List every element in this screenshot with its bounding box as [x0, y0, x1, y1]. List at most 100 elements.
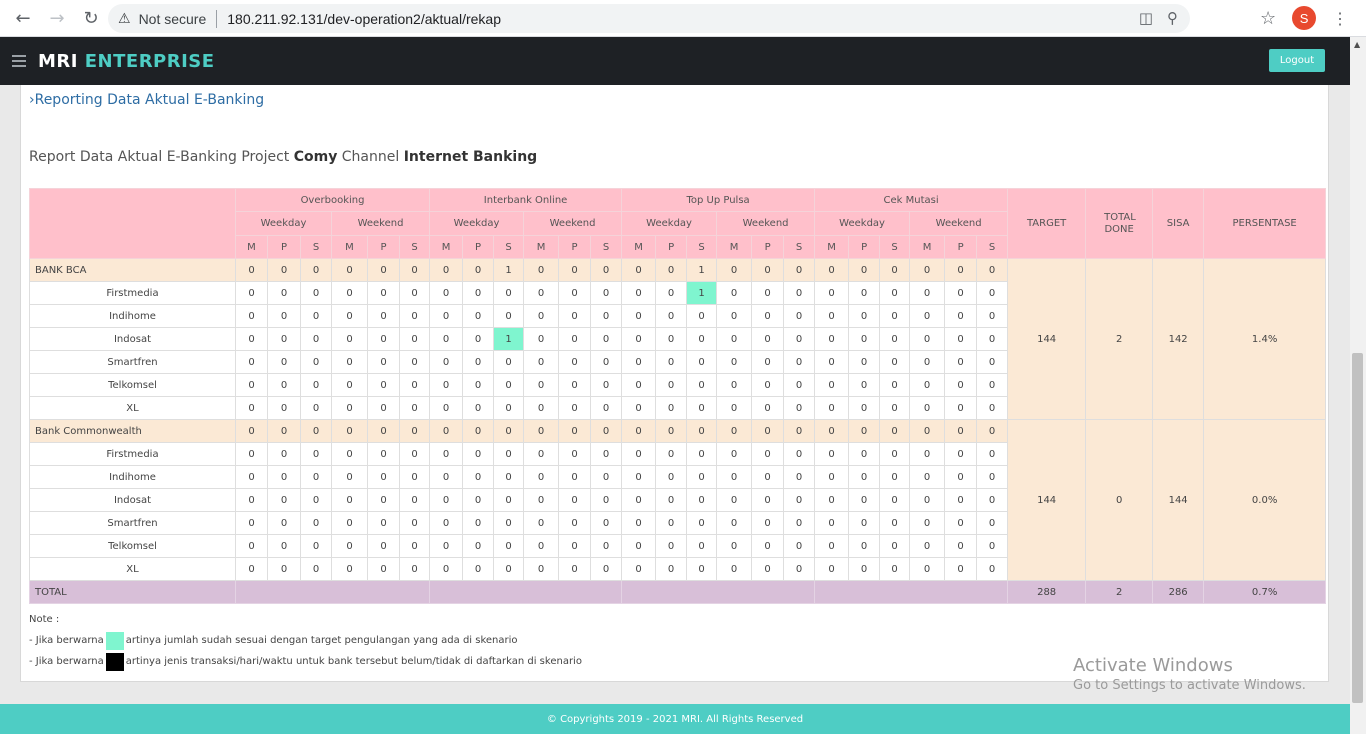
address-bar[interactable]: ⚠ Not secure 180.211.92.131/dev-operatio… [108, 4, 1190, 33]
bank-total-cell: 0 [590, 419, 623, 443]
value-cell: 0 [590, 327, 623, 351]
value-cell: 0 [429, 488, 464, 512]
value-cell: 0 [235, 327, 268, 351]
value-cell: 0 [909, 373, 946, 397]
value-cell: 0 [558, 534, 592, 558]
value-cell: 0 [462, 488, 495, 512]
brand-logo[interactable]: MRI ENTERPRISE [38, 51, 215, 72]
value-cell: 0 [267, 396, 301, 420]
header-col: S [686, 235, 718, 259]
profile-avatar[interactable]: S [1292, 6, 1317, 30]
bank-total-cell: 0 [300, 419, 332, 443]
value-cell: 0 [655, 304, 688, 328]
value-cell: 0 [267, 488, 301, 512]
header-summary: SISA [1152, 188, 1205, 259]
value-cell: 0 [976, 488, 1009, 512]
header-col: P [848, 235, 881, 259]
value-cell: 0 [944, 534, 978, 558]
forward-arrow-icon[interactable]: → [42, 3, 72, 33]
value-cell: 0 [655, 327, 688, 351]
bank-total-cell: 0 [300, 258, 332, 282]
value-cell: 0 [398, 350, 431, 374]
value-cell: 0 [848, 465, 881, 489]
value-cell: 0 [848, 327, 881, 351]
browser-menu-icon[interactable]: ⋮ [1332, 9, 1348, 28]
value-cell: 0 [331, 304, 368, 328]
value-cell: 0 [523, 511, 560, 535]
value-cell: 0 [814, 557, 850, 581]
value-cell: 1 [493, 327, 525, 351]
value-cell: 0 [523, 304, 560, 328]
bank-persen: 0.0% [1203, 419, 1327, 581]
value-cell: 0 [493, 442, 525, 466]
header-col: S [879, 235, 911, 259]
value-cell: 0 [267, 373, 301, 397]
bank-total-cell: 0 [848, 419, 881, 443]
value-cell: 0 [267, 465, 301, 489]
value-cell: 0 [429, 511, 464, 535]
value-cell: 0 [590, 534, 623, 558]
value-cell: 0 [751, 465, 785, 489]
reload-icon[interactable]: ↻ [76, 3, 106, 33]
value-cell: 0 [621, 304, 657, 328]
url-text[interactable]: 180.211.92.131/dev-operation2/aktual/rek… [227, 11, 501, 27]
value-cell: 0 [367, 557, 400, 581]
value-cell: 0 [976, 557, 1009, 581]
highlight-swatch [105, 631, 124, 650]
value-cell: 0 [558, 488, 592, 512]
value-cell: 0 [909, 465, 946, 489]
logout-button[interactable]: Logout [1269, 49, 1325, 72]
value-cell: 0 [879, 304, 911, 328]
value-cell: 0 [944, 304, 978, 328]
bank-total-cell: 0 [716, 258, 753, 282]
value-cell: 0 [331, 373, 368, 397]
value-cell: 0 [462, 396, 495, 420]
value-cell: 0 [590, 396, 623, 420]
value-cell: 0 [235, 281, 268, 305]
zoom-icon[interactable]: ⚲ [1167, 9, 1178, 27]
footer: © Copyrights 2019 - 2021 MRI. All Rights… [0, 704, 1350, 734]
header-col: S [398, 235, 431, 259]
windows-activation-watermark: Activate Windows Go to Settings to activ… [1073, 655, 1306, 693]
report-title-prefix: Report Data Aktual E-Banking Project [29, 149, 294, 165]
bank-total-cell: 0 [462, 419, 495, 443]
value-cell: 0 [267, 442, 301, 466]
security-label: Not secure [138, 10, 207, 27]
value-cell: 0 [493, 281, 525, 305]
value-cell: 0 [879, 350, 911, 374]
value-cell: 0 [398, 511, 431, 535]
page-scrollbar[interactable]: ▲ [1350, 37, 1366, 734]
value-cell: 0 [976, 350, 1009, 374]
value-cell: 0 [267, 350, 301, 374]
hamburger-menu-icon[interactable] [12, 55, 26, 67]
value-cell: 0 [493, 557, 525, 581]
header-subgroup: Weekday [235, 211, 332, 236]
bookmark-star-icon[interactable]: ☆ [1260, 8, 1276, 29]
value-cell: 0 [267, 557, 301, 581]
value-cell: 0 [558, 465, 592, 489]
bank-total-cell: 0 [267, 419, 301, 443]
value-cell: 0 [814, 488, 850, 512]
header-col: P [751, 235, 785, 259]
translate-icon[interactable]: ◫ [1139, 9, 1153, 27]
scroll-up-arrow-icon[interactable]: ▲ [1354, 40, 1360, 49]
scroll-thumb[interactable] [1352, 353, 1363, 703]
value-cell: 0 [621, 396, 657, 420]
value-cell: 0 [621, 557, 657, 581]
bank-total-cell: 0 [558, 419, 592, 443]
bank-total-cell: 1 [493, 258, 525, 282]
back-arrow-icon[interactable]: ← [8, 3, 38, 33]
header-subgroup: Weekend [330, 211, 431, 236]
value-cell: 0 [300, 396, 332, 420]
value-cell: 0 [621, 281, 657, 305]
bank-total-cell: 0 [331, 419, 368, 443]
bank-total-cell: 0 [621, 419, 657, 443]
bank-total-cell: 0 [976, 419, 1009, 443]
breadcrumb[interactable]: ›Reporting Data Aktual E-Banking [29, 92, 264, 108]
header-subgroup: Weekday [429, 211, 525, 236]
value-cell: 0 [944, 511, 978, 535]
header-subgroup: Weekend [716, 211, 816, 236]
note1-text: artinya jumlah sudah sesuai dengan targe… [125, 635, 518, 646]
value-cell: 0 [493, 534, 525, 558]
value-cell: 0 [331, 442, 368, 466]
